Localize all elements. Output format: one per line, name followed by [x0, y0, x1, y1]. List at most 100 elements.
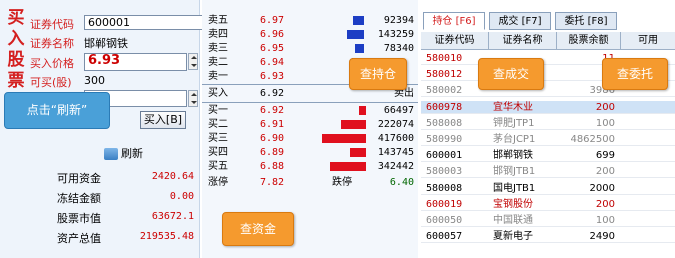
cell-name: 国电JTB1 [493, 182, 536, 194]
buy-volume-bar [330, 162, 366, 171]
buy-price: 6.92 [260, 105, 285, 116]
buy-row[interactable]: 买四 6.89 143745 [202, 146, 418, 159]
available-funds-value: 2420.64 [151, 171, 194, 182]
table-row[interactable]: 600001 邯郸钢铁 699 [421, 149, 675, 163]
table-row[interactable]: 600057 夏新电子 2490 [421, 230, 675, 244]
refresh-tip-callout: 点击“刷新” [4, 92, 110, 129]
buy-button[interactable]: 买入[B] [140, 111, 186, 129]
orders-callout: 查委托 [602, 58, 668, 90]
buy-level-label: 买五 [208, 161, 228, 172]
cell-code: 600978 [426, 101, 463, 113]
tab-orders[interactable]: 委托 [F8] [555, 12, 617, 30]
buy-volume: 143745 [377, 147, 414, 158]
cell-name: 宝钢股份 [493, 198, 533, 210]
cell-code: 600050 [426, 215, 463, 226]
sell-price: 6.95 [260, 43, 285, 54]
cell-balance: 2490 [589, 231, 615, 243]
column-header-balance[interactable]: 股票余额 [557, 32, 621, 50]
title-char: 股 [7, 50, 25, 70]
limit-down-value: 6.40 [389, 177, 414, 188]
table-row[interactable]: 600019 宝钢股份 200 [421, 198, 675, 211]
table-row[interactable]: 580008 国电JTB1 2000 [421, 182, 675, 195]
sell-row[interactable]: 卖五 6.97 92394 [202, 14, 418, 27]
sell-volume-bar [355, 44, 364, 53]
buy-row[interactable]: 买二 6.91 222074 [202, 118, 418, 131]
buy-volume: 342442 [377, 161, 414, 172]
price-input[interactable]: 6.93 [84, 53, 187, 71]
buy-stock-title: 买 入 股 票 [4, 8, 28, 92]
sell-level-label: 卖一 [208, 71, 228, 82]
name-value: 邯郸钢铁 [84, 37, 128, 50]
tab-trades[interactable]: 成交 [F7] [489, 12, 551, 30]
cell-balance: 200 [595, 166, 615, 178]
table-row[interactable]: 600978 宜华木业 200 [421, 100, 675, 114]
cell-code: 580002 [426, 85, 463, 97]
cell-name: 宜华木业 [493, 101, 533, 113]
funds-callout: 查资金 [222, 212, 294, 246]
cell-code: 600001 [426, 150, 463, 162]
buy-level-label: 买一 [208, 105, 228, 116]
market-value-label: 股票市值 [57, 212, 101, 225]
sell-price: 6.96 [260, 29, 285, 40]
cell-balance: 200 [595, 101, 615, 113]
column-header-name[interactable]: 证券名称 [489, 32, 557, 50]
tab-holdings[interactable]: 持仓 [F6] [423, 12, 485, 30]
table-row[interactable]: 580003 邯钢JTB1 200 [421, 165, 675, 179]
buy-volume-bar [341, 120, 366, 129]
title-char: 票 [7, 71, 25, 91]
name-label: 证券名称 [30, 37, 74, 50]
cell-code: 600019 [426, 198, 463, 210]
column-header-code[interactable]: 证券代码 [421, 32, 489, 50]
limit-row: 涨停 7.82 跌停 6.40 [202, 176, 418, 189]
buy-volume: 222074 [377, 119, 414, 130]
available-funds-label: 可用资金 [57, 172, 101, 185]
cell-balance: 100 [595, 117, 615, 129]
limit-down-label: 跌停 [332, 177, 352, 188]
refresh-button[interactable]: 刷新 [104, 145, 143, 161]
table-header: 证券代码 证券名称 股票余额 可用 [421, 32, 675, 50]
refresh-label: 刷新 [121, 147, 143, 160]
limit-up-value: 7.82 [260, 177, 285, 188]
cell-balance: 699 [595, 150, 615, 162]
mid-left-label: 买入 [208, 88, 228, 99]
frozen-amount-label: 冻结金额 [57, 192, 101, 205]
frozen-amount-value: 0.00 [169, 191, 194, 202]
column-header-available[interactable]: 可用 [621, 32, 675, 50]
buy-price: 6.88 [260, 161, 285, 172]
table-row[interactable]: 580990 茅台JCP1 4862500 [421, 133, 675, 146]
sell-level-label: 卖二 [208, 57, 228, 68]
buy-price: 6.90 [260, 133, 285, 144]
sell-row[interactable]: 卖四 6.96 143259 [202, 28, 418, 41]
cell-name: 茅台JCP1 [493, 134, 536, 145]
sell-price: 6.94 [260, 57, 285, 68]
cell-balance: 100 [595, 215, 615, 226]
buy-level-label: 买二 [208, 119, 228, 130]
quote-divider [202, 102, 418, 103]
buy-price: 6.89 [260, 147, 285, 158]
cell-balance: 200 [595, 198, 615, 210]
buy-level-label: 买三 [208, 133, 228, 144]
cell-balance: 4862500 [570, 134, 615, 145]
quantity-spinner[interactable] [188, 90, 198, 107]
cell-code: 580990 [426, 134, 463, 145]
sell-row[interactable]: 卖三 6.95 78340 [202, 42, 418, 55]
avail-value: 300 [84, 74, 105, 87]
cell-balance: 2000 [589, 182, 615, 194]
buy-row[interactable]: 买三 6.90 417600 [202, 132, 418, 145]
cell-code: 600057 [426, 231, 463, 243]
code-label: 证券代码 [30, 18, 74, 31]
positions-panel: 持仓 [F6] 成交 [F7] 委托 [F8] 证券代码 证券名称 股票余额 可… [421, 0, 675, 258]
table-row[interactable]: 600050 中国联通 100 [421, 214, 675, 227]
title-char: 入 [7, 29, 25, 49]
cell-name: 夏新电子 [493, 231, 533, 243]
price-spinner[interactable] [188, 53, 198, 70]
buy-row[interactable]: 买五 6.88 342442 [202, 160, 418, 173]
sell-level-label: 卖五 [208, 15, 228, 26]
code-input[interactable]: 600001 [84, 15, 204, 30]
holdings-callout: 查持仓 [349, 58, 407, 90]
market-value-value: 63672.1 [151, 211, 194, 222]
sell-volume: 143259 [377, 29, 414, 40]
buy-row[interactable]: 买一 6.92 66497 [202, 104, 418, 117]
table-row[interactable]: 508008 钾肥JTP1 100 [421, 117, 675, 130]
buy-volume: 417600 [377, 133, 414, 144]
